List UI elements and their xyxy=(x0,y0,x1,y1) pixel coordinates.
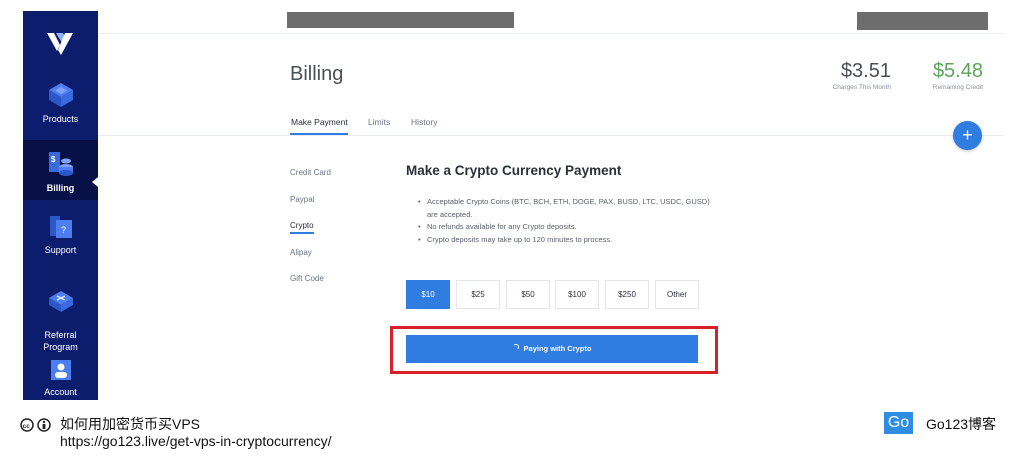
sidebar-item-label: Billing xyxy=(46,183,75,193)
amount-10-button[interactable]: $10 xyxy=(406,280,450,309)
tabs-divider xyxy=(98,135,1004,136)
method-gift-code[interactable]: Gift Code xyxy=(290,274,324,283)
billing-icon: $ xyxy=(48,152,73,176)
screenshot-frame: Products $ Billing ? Support Referral Pr… xyxy=(0,0,1024,458)
sidebar-item-referral[interactable]: Referral Program xyxy=(23,277,98,352)
remaining-caption: Remaining Credit xyxy=(932,84,983,91)
remaining-amount: $5.48 xyxy=(932,60,983,82)
sidebar-item-account[interactable]: Account xyxy=(23,356,98,400)
tab-history[interactable]: History xyxy=(411,117,437,127)
sidebar: Products $ Billing ? Support Referral Pr… xyxy=(23,11,98,400)
amount-250-button[interactable]: $250 xyxy=(605,280,649,309)
active-caret xyxy=(92,177,98,187)
loading-spinner-icon xyxy=(512,344,519,350)
page-title: Billing xyxy=(290,63,344,85)
method-active-underline xyxy=(290,232,314,234)
list-item: Crypto deposits may take up to 120 minut… xyxy=(418,234,718,247)
products-icon xyxy=(48,83,73,107)
pay-button-label: Paying with Crypto xyxy=(523,344,592,353)
referral-icon xyxy=(48,291,73,312)
support-icon: ? xyxy=(49,216,72,238)
sidebar-item-support[interactable]: ? Support xyxy=(23,212,98,262)
brand-name: Go123博客 xyxy=(926,416,997,432)
list-item: Acceptable Crypto Coins (BTC, BCH, ETH, … xyxy=(418,196,718,221)
list-item: No refunds available for any Crypto depo… xyxy=(418,221,718,234)
crypto-section-title: Make a Crypto Currency Payment xyxy=(406,163,622,178)
pay-with-crypto-button[interactable]: Paying with Crypto xyxy=(406,335,698,363)
article-title: 如何用加密货币买VPS xyxy=(60,416,201,432)
amount-other-button[interactable]: Other xyxy=(655,280,699,309)
vultr-logo xyxy=(47,33,73,55)
method-alipay[interactable]: Alipay xyxy=(290,248,312,257)
go-logo-badge: Go xyxy=(884,412,913,434)
amount-50-button[interactable]: $50 xyxy=(506,280,550,309)
svg-text:$: $ xyxy=(51,155,56,164)
account-icon xyxy=(50,360,71,380)
sidebar-item-label: Referral Program xyxy=(43,330,78,352)
sidebar-item-label: Products xyxy=(42,114,79,124)
sidebar-item-label: Support xyxy=(44,245,77,255)
plus-icon: + xyxy=(962,125,973,145)
tab-make-payment[interactable]: Make Payment xyxy=(291,117,348,127)
method-credit-card[interactable]: Credit Card xyxy=(290,168,331,177)
add-button[interactable]: + xyxy=(953,121,982,150)
crypto-info-list: Acceptable Crypto Coins (BTC, BCH, ETH, … xyxy=(418,196,718,246)
sidebar-item-billing[interactable]: $ Billing xyxy=(23,140,98,200)
amount-100-button[interactable]: $100 xyxy=(555,280,599,309)
tab-limits[interactable]: Limits xyxy=(368,117,390,127)
amount-25-button[interactable]: $25 xyxy=(456,280,500,309)
creative-commons-icon: cc xyxy=(20,418,51,432)
sidebar-item-products[interactable]: Products xyxy=(23,81,98,133)
method-crypto[interactable]: Crypto xyxy=(290,221,314,230)
header-divider xyxy=(98,33,1004,34)
article-url[interactable]: https://go123.live/get-vps-in-cryptocurr… xyxy=(60,433,332,449)
svg-text:cc: cc xyxy=(23,423,31,430)
svg-text:?: ? xyxy=(61,225,66,235)
charges-amount: $3.51 xyxy=(840,60,891,82)
redacted-bar-right xyxy=(857,12,988,30)
sidebar-item-label: Account xyxy=(44,387,77,397)
charges-caption: Charges This Month xyxy=(832,84,891,91)
remaining-stat: $5.48 Remaining Credit xyxy=(912,60,983,91)
charges-stat: $3.51 Charges This Month xyxy=(818,60,891,91)
method-paypal[interactable]: Paypal xyxy=(290,195,314,204)
redacted-bar-left xyxy=(287,12,514,28)
